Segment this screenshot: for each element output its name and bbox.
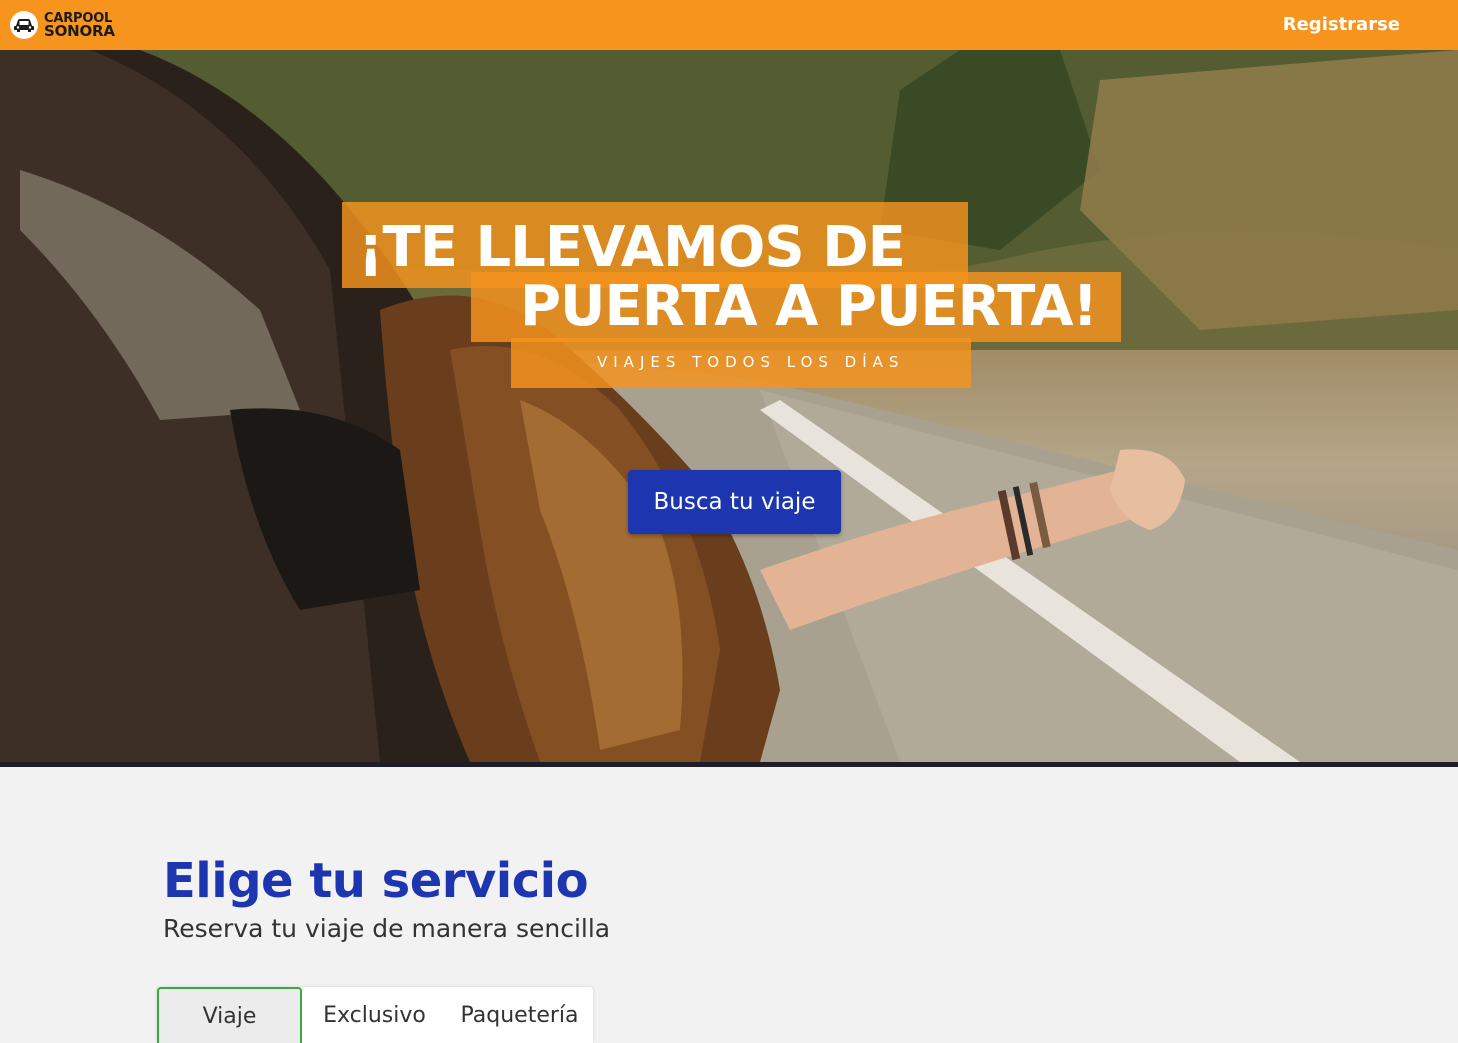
hero-subheadline: VIAJES TODOS LOS DÍAS — [597, 353, 905, 371]
hero-banner: ¡TE LLEVAMOS DE PUERTA A PUERTA! VIAJES … — [0, 50, 1458, 762]
brand-name-line2: SONORA — [44, 22, 115, 40]
hero-background-image — [0, 50, 1458, 762]
tab-viaje[interactable]: Viaje — [157, 987, 302, 1043]
services-title: Elige tu servicio — [163, 853, 589, 909]
hero-headline-line2: PUERTA A PUERTA! — [520, 274, 1098, 339]
tab-exclusivo[interactable]: Exclusivo — [302, 987, 447, 1043]
register-link[interactable]: Registrarse — [1283, 14, 1400, 35]
car-icon — [10, 11, 38, 39]
hero-headline-line1: ¡TE LLEVAMOS DE — [358, 215, 906, 280]
tab-paqueteria[interactable]: Paquetería — [447, 987, 592, 1043]
service-tabs: Viaje Exclusivo Paquetería — [157, 987, 593, 1043]
brand-logo[interactable]: CARPOOL SONORA — [10, 9, 115, 41]
search-trip-button[interactable]: Busca tu viaje — [628, 470, 841, 534]
brand-name: CARPOOL SONORA — [44, 12, 115, 40]
services-subtitle: Reserva tu viaje de manera sencilla — [163, 914, 611, 943]
top-navbar: CARPOOL SONORA Registrarse — [0, 0, 1458, 50]
hero-divider — [0, 762, 1458, 767]
